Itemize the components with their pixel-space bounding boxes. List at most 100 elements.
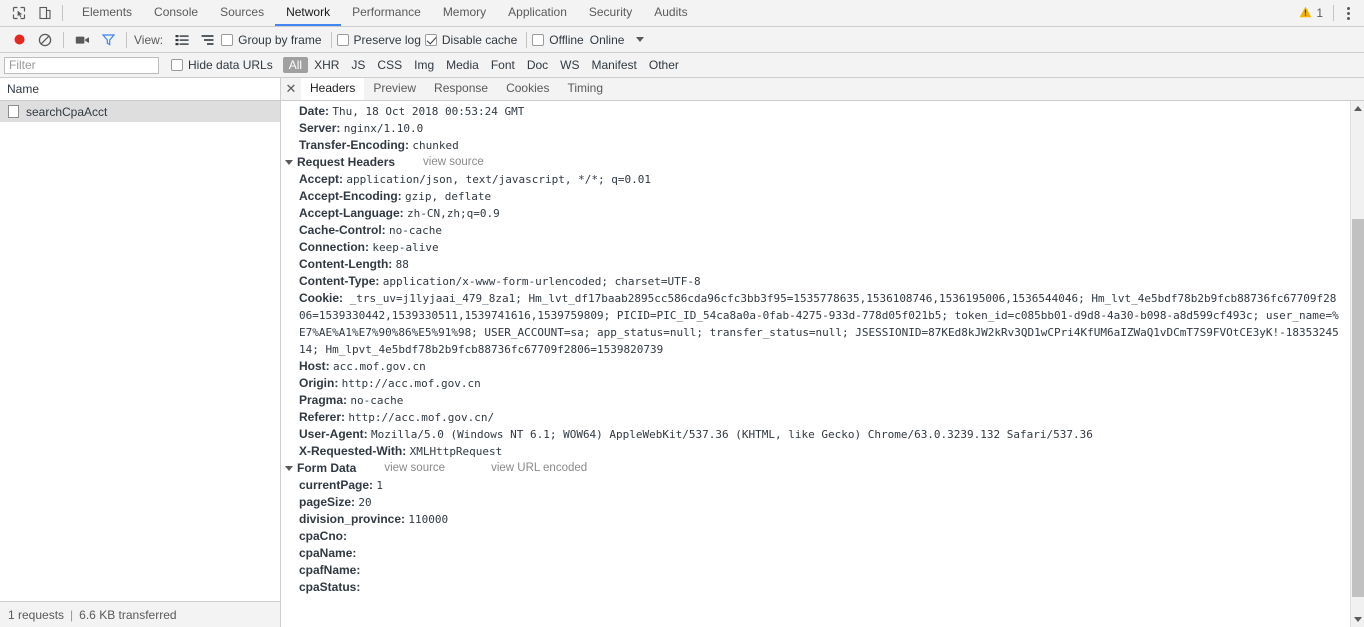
- request-header-origin-name: Origin:: [299, 376, 339, 390]
- table-row[interactable]: searchCpaAcct: [0, 101, 280, 122]
- request-header-host-name: Host:: [299, 359, 330, 373]
- close-icon[interactable]: ✕: [281, 78, 301, 100]
- filter-type-other[interactable]: Other: [643, 57, 685, 73]
- filter-type-ws[interactable]: WS: [554, 57, 585, 73]
- warning-triangle-icon: [1299, 6, 1312, 21]
- form-data-division-province-name: division_province:: [299, 512, 406, 526]
- warning-indicator[interactable]: 1: [1293, 6, 1329, 21]
- request-count: 1 requests: [8, 607, 65, 622]
- form-data-cpa-name-name: cpaName:: [299, 546, 357, 560]
- form-data-section-header[interactable]: Form Data view source view URL encoded: [281, 460, 1350, 477]
- headers-content: Date: Thu, 18 Oct 2018 00:53:24 GMT Serv…: [281, 101, 1364, 627]
- search-input[interactable]: [4, 56, 159, 74]
- preserve-log-label: Preserve log: [353, 32, 421, 47]
- form-data-cpa-cno-name: cpaCno:: [299, 529, 347, 543]
- requests-panel: Name searchCpaAcct 1 requests | 6.6 KB t…: [0, 78, 281, 627]
- tab-console[interactable]: Console: [143, 0, 209, 26]
- tab-headers-label: Headers: [310, 81, 356, 95]
- hide-data-urls-checkbox[interactable]: Hide data URLs: [171, 58, 273, 72]
- tab-elements[interactable]: Elements: [71, 0, 143, 26]
- tab-audits[interactable]: Audits: [643, 0, 698, 26]
- request-header-host-value: acc.mof.gov.cn: [333, 360, 426, 373]
- filter-type-all[interactable]: All: [282, 57, 309, 73]
- scroll-down-arrow-icon[interactable]: [1351, 612, 1364, 627]
- clear-prohibited-icon[interactable]: [32, 29, 58, 51]
- tabbar-left-icons: [0, 0, 71, 26]
- devtools-main-tabbar: Elements Console Sources Network Perform…: [0, 0, 1364, 27]
- tab-preview[interactable]: Preview: [364, 78, 425, 100]
- response-header-server-name: Server:: [299, 121, 341, 135]
- request-header-content-type-name: Content-Type:: [299, 274, 380, 288]
- device-toolbar-icon[interactable]: [32, 1, 58, 25]
- form-data-cpa-status: cpaStatus:: [281, 579, 1350, 596]
- details-vertical-scrollbar[interactable]: [1350, 101, 1364, 627]
- filter-type-font[interactable]: Font: [485, 57, 521, 73]
- form-data-view-source-link[interactable]: view source: [384, 460, 445, 477]
- details-panel: ✕ Headers Preview Response Cookies Timin…: [281, 78, 1364, 627]
- request-header-content-length-value: 88: [395, 258, 409, 271]
- tab-headers[interactable]: Headers: [301, 78, 365, 100]
- resource-type-filters: All XHR JS CSS Img Media Font Doc WS Man…: [282, 57, 685, 73]
- record-circle-icon[interactable]: [6, 29, 32, 51]
- disable-cache-checkbox[interactable]: Disable cache: [424, 33, 517, 47]
- request-header-cookie-line-4: 14; Hm_lpvt_4e5bdf78b2b9fcb88736fc67709f…: [299, 343, 664, 356]
- filter-type-manifest[interactable]: Manifest: [586, 57, 643, 73]
- tab-application[interactable]: Application: [497, 0, 578, 26]
- tab-memory[interactable]: Memory: [432, 0, 497, 26]
- scroll-up-arrow-icon[interactable]: [1351, 101, 1364, 116]
- request-header-cookie-line-3: E7%AE%A1%E7%90%86%E5%91%98; USER_ACCOUNT…: [299, 326, 1339, 339]
- tab-preview-label: Preview: [373, 81, 417, 95]
- tab-response[interactable]: Response: [425, 78, 497, 100]
- filter-type-media[interactable]: Media: [440, 57, 485, 73]
- tab-security[interactable]: Security: [578, 0, 643, 26]
- chevron-down-icon[interactable]: [636, 37, 645, 42]
- request-header-origin: Origin: http://acc.mof.gov.cn: [281, 375, 1350, 392]
- filter-type-doc[interactable]: Doc: [521, 57, 554, 73]
- filter-type-img[interactable]: Img: [408, 57, 440, 73]
- request-header-connection-name: Connection:: [299, 240, 369, 254]
- request-header-cookie-line-1: Cookie: _trs_uv=j1lyjaai_479_8za1; Hm_lv…: [299, 290, 1350, 307]
- group-by-frame-checkbox[interactable]: Group by frame: [221, 33, 322, 47]
- offline-checkbox[interactable]: Offline: [532, 33, 584, 47]
- request-header-accept-name: Accept:: [299, 172, 344, 186]
- tab-sources[interactable]: Sources: [209, 0, 275, 26]
- filter-type-js[interactable]: JS: [345, 57, 371, 73]
- funnel-icon[interactable]: [95, 29, 121, 51]
- request-headers-section-header[interactable]: Request Headers view source: [281, 154, 1350, 171]
- requests-column-header[interactable]: Name: [0, 78, 280, 101]
- filter-type-xhr[interactable]: XHR: [308, 57, 345, 73]
- form-data-current-page-name: currentPage:: [299, 478, 374, 492]
- request-headers-view-source-link[interactable]: view source: [423, 154, 484, 171]
- preserve-log-checkbox[interactable]: Preserve log: [336, 32, 421, 47]
- scrollbar-thumb[interactable]: [1352, 219, 1364, 597]
- waterfall-view-icon[interactable]: [195, 29, 221, 51]
- form-data-cpaf-name-name: cpafName:: [299, 563, 361, 577]
- camera-icon[interactable]: [69, 29, 95, 51]
- request-header-referer-value: http://acc.mof.gov.cn/: [348, 411, 495, 424]
- tab-performance[interactable]: Performance: [341, 0, 432, 26]
- tabbar-right-divider: [1333, 5, 1334, 21]
- request-header-referer: Referer: http://acc.mof.gov.cn/: [281, 409, 1350, 426]
- form-data-division-province: division_province: 110000: [281, 511, 1350, 528]
- transferred-size: 6.6 KB transferred: [79, 607, 177, 622]
- more-vertical-icon[interactable]: [1338, 1, 1358, 25]
- response-header-transfer-encoding-value: chunked: [412, 139, 459, 152]
- form-data-page-size-name: pageSize:: [299, 495, 356, 509]
- tab-cookies[interactable]: Cookies: [497, 78, 558, 100]
- list-view-icon[interactable]: [169, 29, 195, 51]
- warning-count: 1: [1316, 6, 1323, 20]
- inspect-element-icon[interactable]: [6, 1, 32, 25]
- disable-cache-box: [424, 33, 437, 46]
- tab-network[interactable]: Network: [275, 0, 342, 26]
- tab-timing[interactable]: Timing: [558, 78, 612, 100]
- devtools-window: Elements Console Sources Network Perform…: [0, 0, 1364, 627]
- view-label: View:: [134, 32, 164, 47]
- form-data-view-url-encoded-link[interactable]: view URL encoded: [491, 460, 587, 477]
- filter-type-css[interactable]: CSS: [371, 57, 408, 73]
- tab-response-label: Response: [434, 81, 489, 95]
- group-by-frame-box: [221, 33, 234, 46]
- form-data-cpa-status-name: cpaStatus:: [299, 580, 361, 594]
- throttling-value[interactable]: Online: [590, 33, 625, 47]
- response-header-server: Server: nginx/1.10.0: [281, 120, 1350, 137]
- request-header-accept-language-name: Accept-Language:: [299, 206, 404, 220]
